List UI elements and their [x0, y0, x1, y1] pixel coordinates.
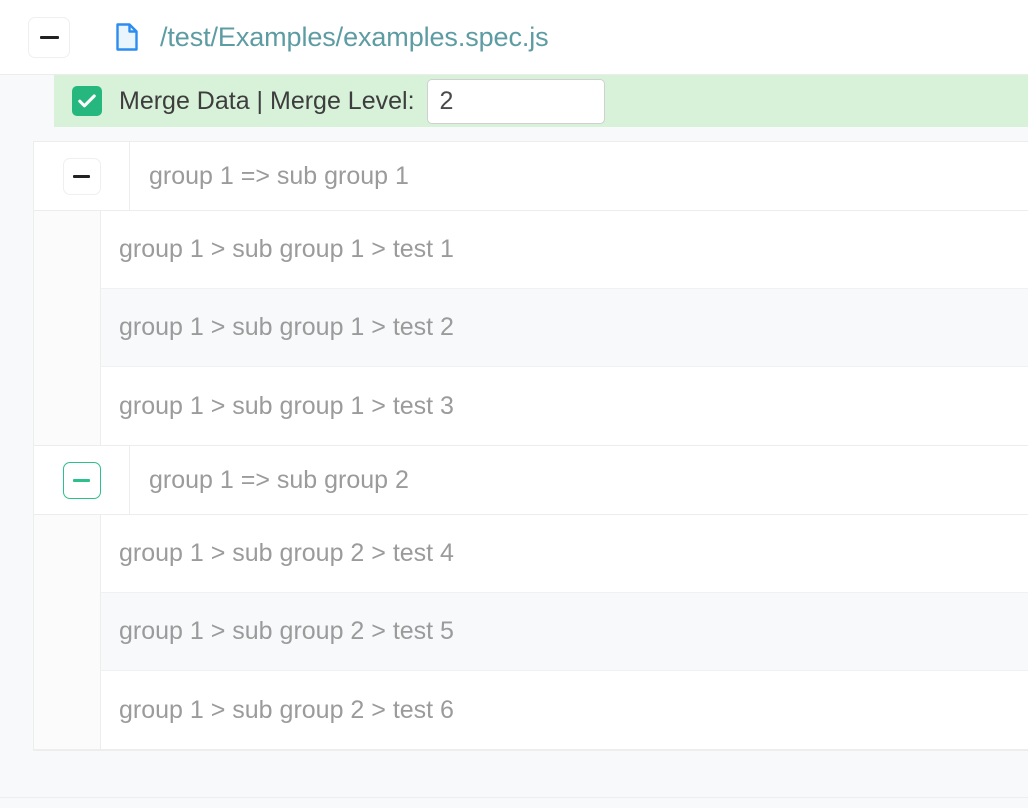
group-tests-container: group 1 > sub group 2 > test 4 group 1 >…	[34, 515, 1028, 750]
tests-indent-gutter	[34, 515, 101, 749]
group-title: group 1 => sub group 2	[130, 446, 1028, 514]
tests-indent-gutter	[34, 211, 101, 445]
table-row[interactable]: group 1 > sub group 2 > test 6	[101, 671, 1028, 749]
group-header-row[interactable]: group 1 => sub group 2	[34, 446, 1028, 515]
test-report-panel: /test/Examples/examples.spec.js Merge Da…	[0, 0, 1028, 808]
table-row[interactable]: group 1 > sub group 2 > test 5	[101, 593, 1028, 671]
table-row[interactable]: group 1 > sub group 1 > test 1	[101, 211, 1028, 289]
group-tests-container: group 1 > sub group 1 > test 1 group 1 >…	[34, 211, 1028, 446]
report-body: Merge Data | Merge Level: group 1 => sub…	[0, 75, 1028, 808]
tests-list: group 1 > sub group 2 > test 4 group 1 >…	[101, 515, 1028, 749]
group-header-row[interactable]: group 1 => sub group 1	[34, 142, 1028, 211]
tests-list: group 1 > sub group 1 > test 1 group 1 >…	[101, 211, 1028, 445]
group-toggle-cell	[34, 446, 130, 514]
file-header: /test/Examples/examples.spec.js	[0, 0, 1028, 75]
file-document-icon	[116, 23, 138, 51]
file-path-label: /test/Examples/examples.spec.js	[160, 21, 549, 52]
table-row[interactable]: group 1 > sub group 2 > test 4	[101, 515, 1028, 593]
minus-icon	[73, 478, 90, 482]
panel-footer-divider	[0, 797, 1028, 808]
minus-icon	[73, 174, 90, 178]
group-toggle-cell	[34, 142, 130, 210]
merge-data-checkbox[interactable]	[72, 86, 102, 116]
group-collapse-button[interactable]	[62, 461, 101, 499]
test-group: group 1 => sub group 2 group 1 > sub gro…	[34, 446, 1028, 750]
minus-icon	[39, 35, 59, 39]
table-row[interactable]: group 1 > sub group 1 > test 3	[101, 367, 1028, 445]
results-table: group 1 => sub group 1 group 1 > sub gro…	[33, 141, 1028, 751]
table-row[interactable]: group 1 > sub group 1 > test 2	[101, 289, 1028, 367]
test-group: group 1 => sub group 1 group 1 > sub gro…	[34, 142, 1028, 446]
checkmark-icon	[78, 94, 96, 108]
group-collapse-button[interactable]	[62, 157, 101, 195]
merge-level-input[interactable]	[426, 78, 605, 124]
merge-data-bar: Merge Data | Merge Level:	[54, 75, 1028, 127]
file-collapse-button[interactable]	[28, 16, 70, 58]
merge-data-label: Merge Data | Merge Level:	[119, 86, 415, 115]
group-title: group 1 => sub group 1	[130, 142, 1028, 210]
